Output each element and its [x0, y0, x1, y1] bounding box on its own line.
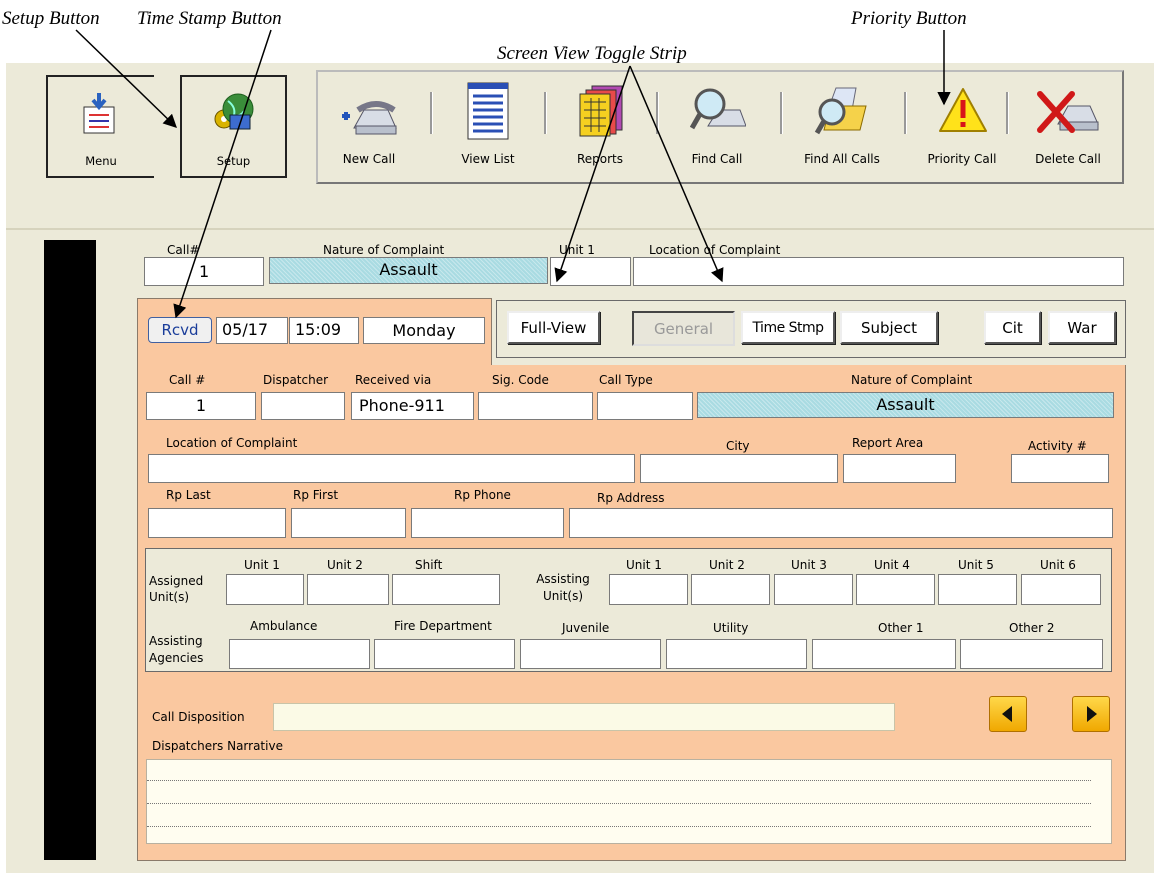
- arrow-time-stamp: [173, 29, 272, 319]
- arrow-view-strip-left: [554, 65, 631, 283]
- annotation-arrows: [75, 29, 951, 319]
- arrow-setup: [75, 29, 177, 128]
- arrow-view-strip-right: [629, 65, 724, 283]
